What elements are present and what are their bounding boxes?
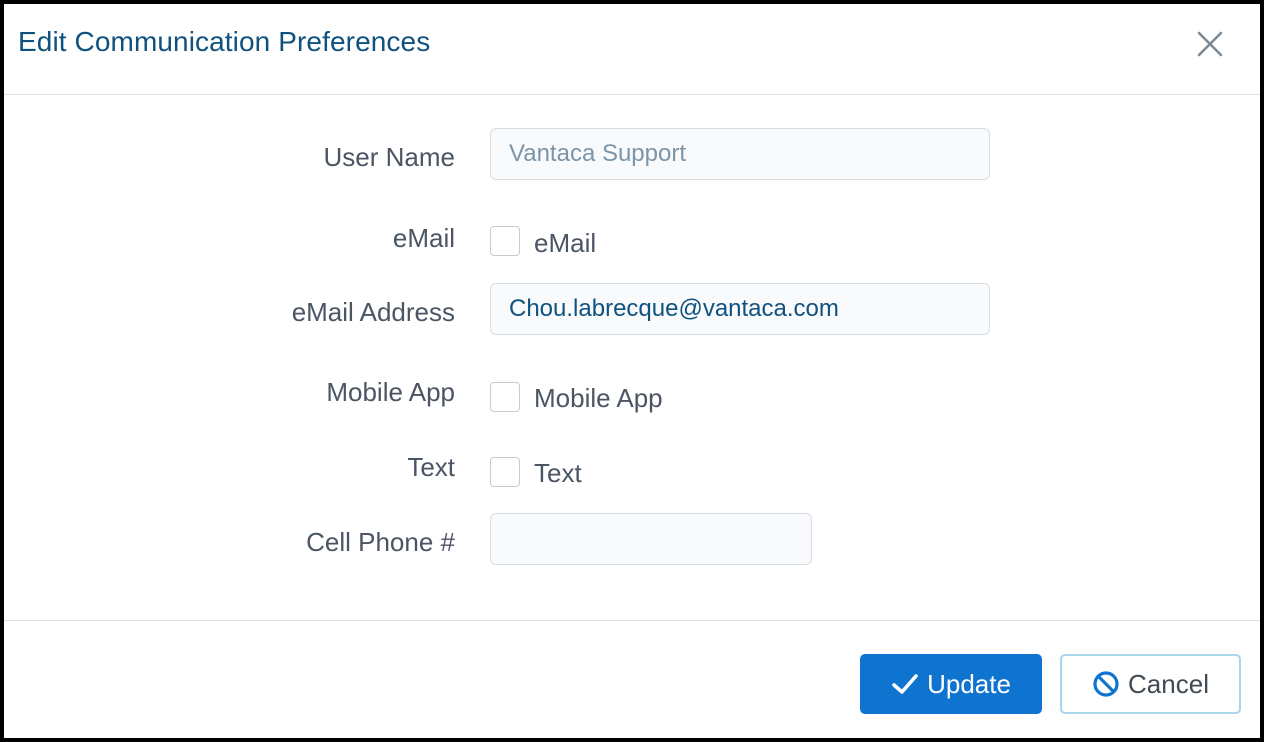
email-pref-label: eMail (392, 223, 455, 253)
dialog-title: Edit Communication Preferences (18, 26, 431, 57)
text-checkbox[interactable] (490, 457, 520, 487)
dialog-header: Edit Communication Preferences (4, 4, 1260, 95)
mobile-app-checkbox-label[interactable]: Mobile App (534, 383, 663, 414)
text-label: Text (407, 452, 455, 482)
user-name-label: User Name (323, 142, 455, 172)
email-address-input[interactable] (490, 283, 990, 335)
update-button-label: Update (927, 668, 1011, 699)
close-button[interactable] (1190, 24, 1230, 64)
close-icon (1197, 31, 1223, 57)
cancel-button-label: Cancel (1128, 668, 1209, 699)
dialog-body: User Name eMail eMail eMail Address Mobi… (4, 95, 1260, 620)
edit-communication-preferences-dialog: Edit Communication Preferences User Name… (4, 4, 1260, 738)
cancel-button[interactable]: Cancel (1060, 654, 1241, 714)
email-address-label: eMail Address (291, 297, 455, 327)
update-button[interactable]: Update (860, 654, 1042, 714)
cell-phone-label: Cell Phone # (306, 527, 455, 557)
text-checkbox-label[interactable]: Text (534, 458, 582, 489)
mobile-app-checkbox[interactable] (490, 382, 520, 412)
ban-icon (1092, 670, 1120, 698)
checkmark-icon (891, 672, 919, 696)
email-checkbox-label[interactable]: eMail (534, 228, 596, 259)
user-name-input[interactable] (490, 128, 990, 180)
dialog-footer: Update Cancel (4, 620, 1260, 738)
cell-phone-input[interactable] (490, 513, 812, 565)
mobile-app-label: Mobile App (326, 377, 455, 407)
email-checkbox[interactable] (490, 226, 520, 256)
